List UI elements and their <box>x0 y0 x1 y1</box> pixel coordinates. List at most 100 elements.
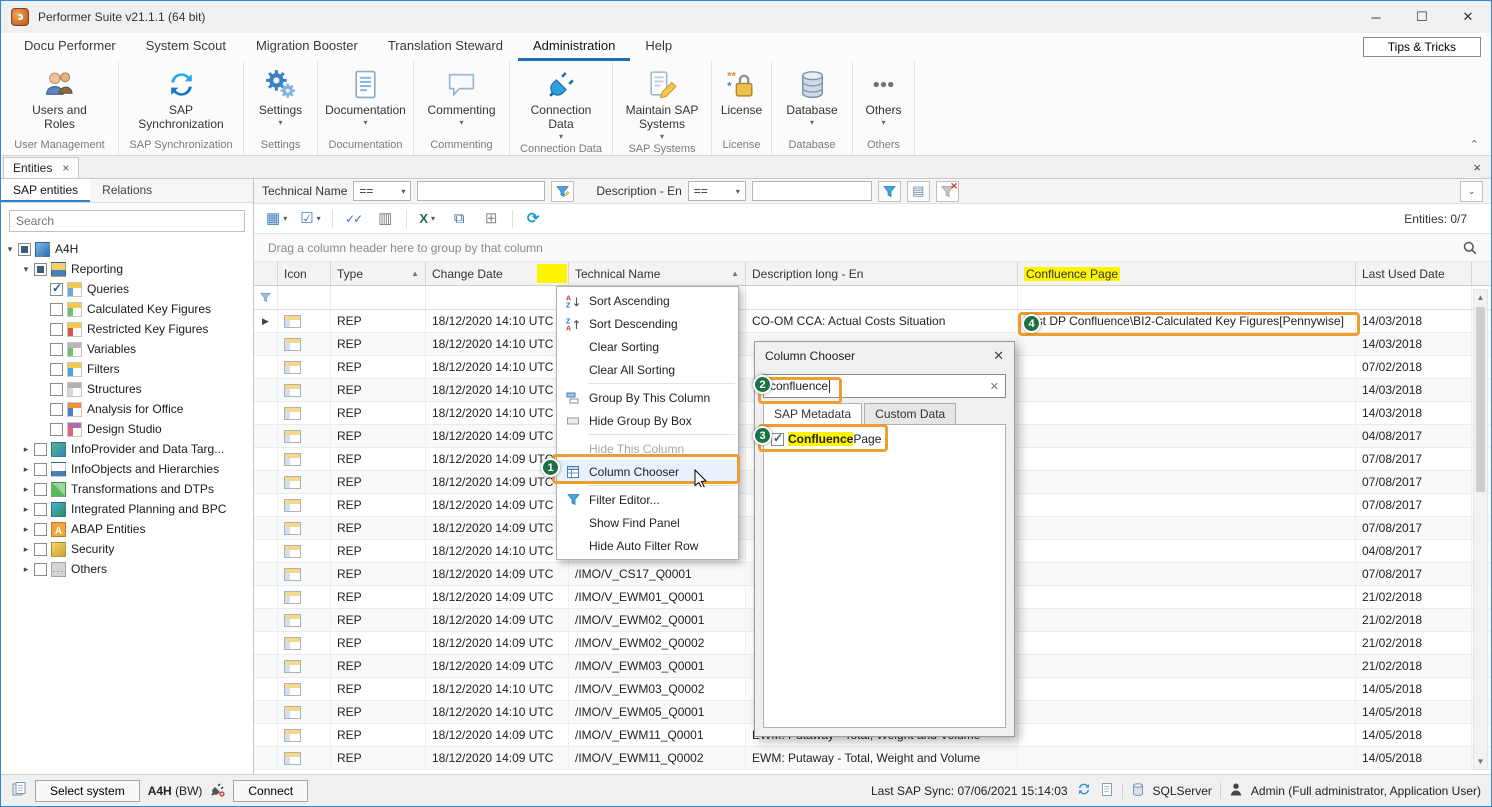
connect-button[interactable]: Connect <box>233 780 308 802</box>
maintain-sap-systems-button[interactable]: Maintain SAP Systems ▾ <box>613 66 711 141</box>
tree-item-others[interactable]: ▸Others <box>1 559 253 579</box>
tree-item-variables[interactable]: Variables <box>1 339 253 359</box>
filter-cell[interactable] <box>1018 286 1356 309</box>
tree-search-input[interactable] <box>9 210 245 232</box>
checkbox-others[interactable] <box>34 563 47 576</box>
technical-name-filter-input[interactable] <box>417 181 545 201</box>
tab-sap-metadata[interactable]: SAP Metadata <box>763 403 862 424</box>
tab-custom-data[interactable]: Custom Data <box>864 403 956 424</box>
column-item-confluence-page[interactable]: Confluence Page <box>766 428 1003 450</box>
filter-cell[interactable] <box>426 286 569 309</box>
documentation-button[interactable]: Documentation ▾ <box>318 66 413 137</box>
menu-item-group-by-this-column[interactable]: Group By This Column <box>557 386 738 409</box>
dialog-close-icon[interactable]: ✕ <box>993 348 1004 364</box>
tab-close-icon[interactable]: × <box>62 161 69 175</box>
header-change-date[interactable]: Change Date <box>426 262 569 285</box>
license-button[interactable]: *** License <box>712 66 771 137</box>
table-row[interactable]: ▶REP18/12/2020 14:10 UTCCO-OM CCA: Actua… <box>254 310 1491 333</box>
tab-entities[interactable]: Entities × <box>3 157 79 178</box>
checkbox-analysis-for-office[interactable] <box>50 403 63 416</box>
expand-closed-icon[interactable]: ▸ <box>19 484 33 495</box>
checkbox-abap-entities[interactable] <box>34 523 47 536</box>
expand-closed-icon[interactable]: ▸ <box>19 524 33 535</box>
description-operator-select[interactable]: ==▾ <box>688 181 746 201</box>
column-config-button[interactable]: ▥ <box>374 207 397 231</box>
tree-item-security[interactable]: ▸Security <box>1 539 253 559</box>
checkbox-transformations-and-dtps[interactable] <box>34 483 47 496</box>
header-description-long-en[interactable]: Description long - En <box>746 262 1018 285</box>
tab-relations[interactable]: Relations <box>90 179 164 202</box>
tree-item-filters[interactable]: Filters <box>1 359 253 379</box>
expand-closed-icon[interactable]: ▸ <box>19 544 33 555</box>
copy-grid-button[interactable]: ⧉ <box>448 207 471 231</box>
expand-closed-icon[interactable]: ▸ <box>19 464 33 475</box>
tree-item-integrated-planning-and-bpc[interactable]: ▸Integrated Planning and BPC <box>1 499 253 519</box>
checkbox-restricted-key-figures[interactable] <box>50 323 63 336</box>
checkbox-infoobjects-and-hierarchies[interactable] <box>34 463 47 476</box>
excel-export-button[interactable]: X▾ <box>416 207 439 231</box>
menu-item-hide-group-by-box[interactable]: Hide Group By Box <box>557 409 738 432</box>
table-row[interactable]: REP18/12/2020 14:09 UTC/IMO/V_EWM11_Q000… <box>254 747 1491 770</box>
tree-item-infoobjects-and-hierarchies[interactable]: ▸InfoObjects and Hierarchies <box>1 459 253 479</box>
sync-icon[interactable] <box>1076 781 1092 800</box>
menu-item-show-find-panel[interactable]: Show Find Panel <box>557 511 738 534</box>
tree-item-design-studio[interactable]: Design Studio <box>1 419 253 439</box>
checkbox-infoprovider-and-data-targ[interactable] <box>34 443 47 456</box>
menu-item-sort-descending[interactable]: ZASort Descending <box>557 312 738 335</box>
menu-tab-help[interactable]: Help <box>630 33 687 61</box>
connection-data-button[interactable]: Connection Data ▾ <box>510 66 612 141</box>
checkbox-queries[interactable] <box>50 283 63 296</box>
checkbox-a4h[interactable] <box>18 243 31 256</box>
expand-closed-icon[interactable]: ▸ <box>19 504 33 515</box>
vertical-scrollbar[interactable]: ▲ ▼ <box>1473 289 1488 770</box>
column-search-input[interactable]: confluence ✕ <box>763 374 1006 398</box>
tree-item-calculated-key-figures[interactable]: Calculated Key Figures <box>1 299 253 319</box>
export-grid-button[interactable]: ⊞ <box>480 207 503 231</box>
checkbox-integrated-planning-and-bpc[interactable] <box>34 503 47 516</box>
expand-filter-chevron[interactable]: ⌄ <box>1460 181 1483 202</box>
minimize-button[interactable]: ─ <box>1353 1 1399 33</box>
search-icon[interactable] <box>1463 241 1477 255</box>
scroll-down-icon[interactable]: ▼ <box>1474 754 1487 769</box>
menu-item-column-chooser[interactable]: Column Chooser <box>557 460 738 483</box>
tree-item-reporting[interactable]: ▾Reporting <box>1 259 253 279</box>
menu-item-clear-sorting[interactable]: Clear Sorting <box>557 335 738 358</box>
filter-cell[interactable] <box>331 286 426 309</box>
checkbox-filters[interactable] <box>50 363 63 376</box>
tree-item-abap-entities[interactable]: ▸ABAP Entities <box>1 519 253 539</box>
view-layout-button[interactable]: ▦▾ <box>264 207 289 231</box>
checkbox-calculated-key-figures[interactable] <box>50 303 63 316</box>
expand-open-icon[interactable]: ▾ <box>3 244 17 255</box>
refresh-button[interactable]: ⟳ <box>522 207 545 231</box>
select-system-button[interactable]: Select system <box>35 780 140 802</box>
menu-tab-migration-booster[interactable]: Migration Booster <box>241 33 373 61</box>
description-filter-input[interactable] <box>752 181 872 201</box>
menu-tab-docu-performer[interactable]: Docu Performer <box>9 33 131 61</box>
expand-open-icon[interactable]: ▾ <box>19 264 33 275</box>
menu-item-filter-editor[interactable]: Filter Editor... <box>557 488 738 511</box>
settings-button[interactable]: Settings ▾ <box>244 66 317 137</box>
others-button[interactable]: Others ▾ <box>853 66 914 137</box>
filter-cell[interactable] <box>1356 286 1472 309</box>
menu-item-clear-all-sorting[interactable]: Clear All Sorting <box>557 358 738 381</box>
header-last-used-date[interactable]: Last Used Date <box>1356 262 1472 285</box>
menu-tab-system-scout[interactable]: System Scout <box>131 33 241 61</box>
filter-grid-button[interactable]: ▤ <box>907 181 930 202</box>
apply-filter-button[interactable] <box>878 181 901 202</box>
clear-search-icon[interactable]: ✕ <box>990 380 999 393</box>
expand-closed-icon[interactable]: ▸ <box>19 444 33 455</box>
scroll-up-icon[interactable]: ▲ <box>1474 290 1487 305</box>
header-type[interactable]: Type▲ <box>331 262 426 285</box>
sap-synchronization-button[interactable]: SAP Synchronization <box>119 66 243 137</box>
expand-closed-icon[interactable]: ▸ <box>19 564 33 575</box>
tips-tricks-button[interactable]: Tips & Tricks <box>1363 37 1481 57</box>
header-confluence-page[interactable]: Confluence Page <box>1018 262 1356 285</box>
checkbox-reporting[interactable] <box>34 263 47 276</box>
checkbox-grid-button[interactable]: ☑▾ <box>298 207 322 231</box>
tree-item-queries[interactable]: Queries <box>1 279 253 299</box>
tab-sap-entities[interactable]: SAP entities <box>1 179 90 202</box>
menu-item-hide-auto-filter-row[interactable]: Hide Auto Filter Row <box>557 534 738 557</box>
checkbox-security[interactable] <box>34 543 47 556</box>
tree-item-infoprovider-and-data-targ[interactable]: ▸InfoProvider and Data Targ... <box>1 439 253 459</box>
menu-tab-translation-steward[interactable]: Translation Steward <box>373 33 518 61</box>
